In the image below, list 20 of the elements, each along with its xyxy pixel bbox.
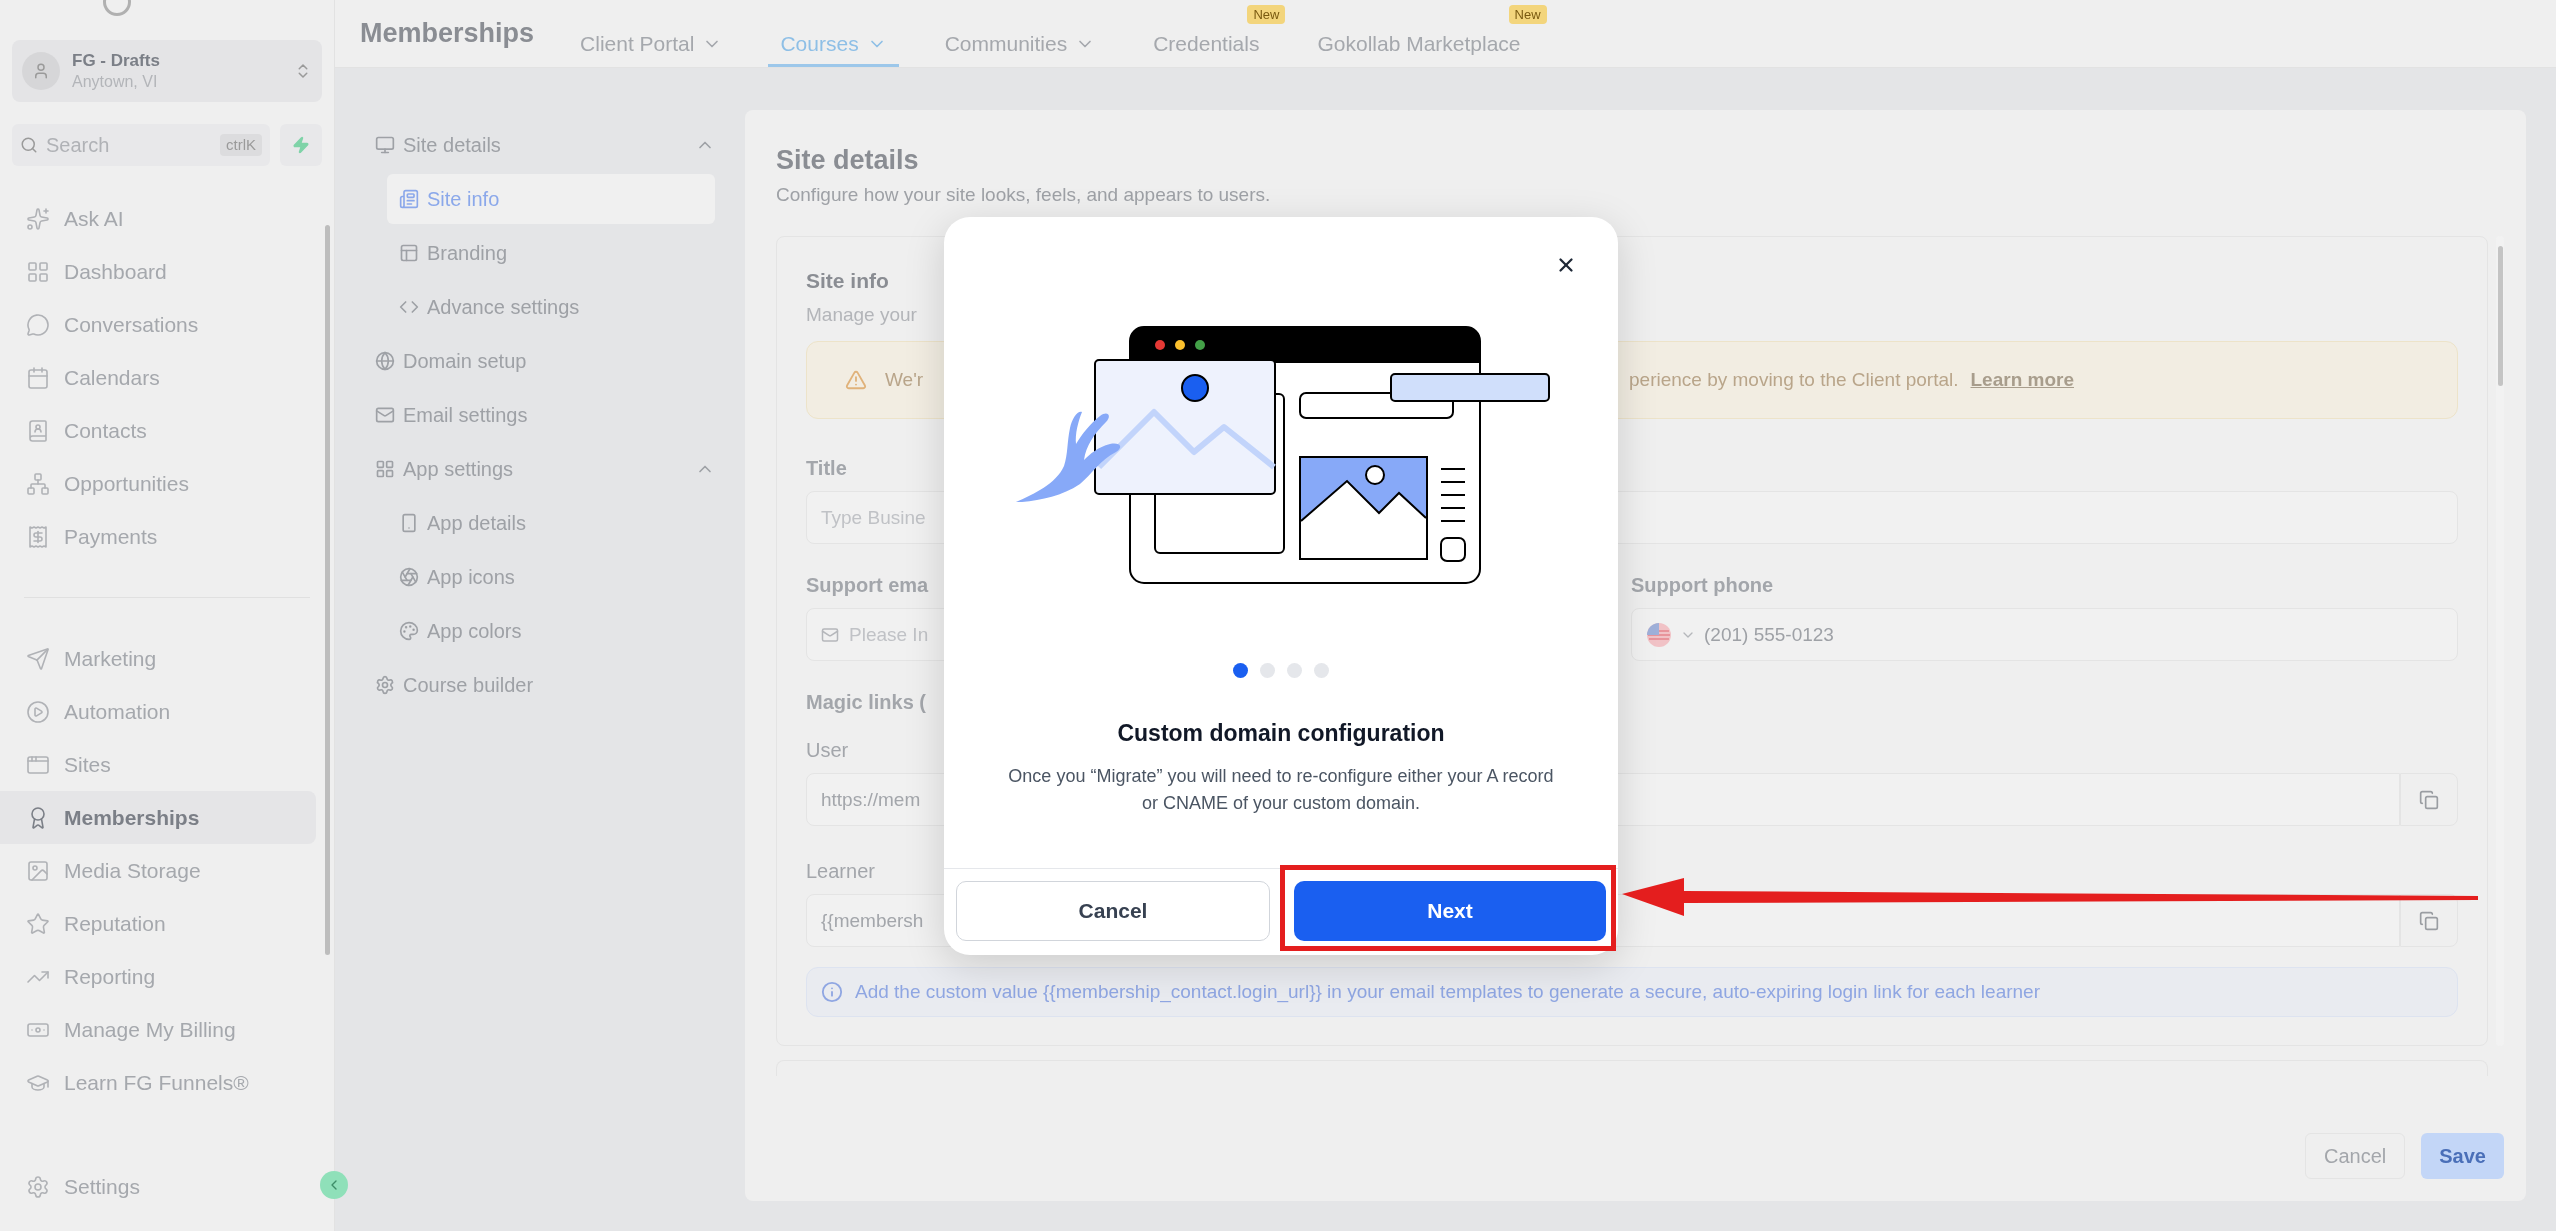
new-badge: New xyxy=(1508,5,1547,24)
field-label: Support ema xyxy=(806,573,929,599)
shortcut-hint: ctrlK xyxy=(220,133,262,157)
banner-text: We'r xyxy=(885,368,924,392)
field-label: Title xyxy=(806,456,847,482)
dialog-title: Custom domain configuration xyxy=(1116,719,1446,748)
banner-text: perience by moving to the Client portal. xyxy=(1629,368,1959,392)
account-name: FG - Drafts xyxy=(72,50,161,72)
field-label: Magic links ( xyxy=(806,690,927,716)
dialog-body: Once you “Migrate” you will need to re-configure either your A record or CNAME of your custom domain. xyxy=(1007,764,1555,815)
section-subtitle: Configure how your site looks, feels, and appears to users. xyxy=(776,182,1271,207)
field-label: Learner xyxy=(806,859,875,885)
card-subtitle: Manage your xyxy=(806,302,918,327)
page-title: Memberships xyxy=(360,17,535,51)
info-text: Add the custom value {{membership_contact.login_url}} in your email templates to generate a secure, auto-expiring login link for each learner xyxy=(855,980,2040,1005)
card-title: Site info xyxy=(806,268,890,295)
section-title: Site details xyxy=(776,144,920,177)
field-label: Support phone xyxy=(1631,573,1774,599)
field-label: User xyxy=(806,738,849,764)
new-badge: New xyxy=(1247,5,1286,24)
